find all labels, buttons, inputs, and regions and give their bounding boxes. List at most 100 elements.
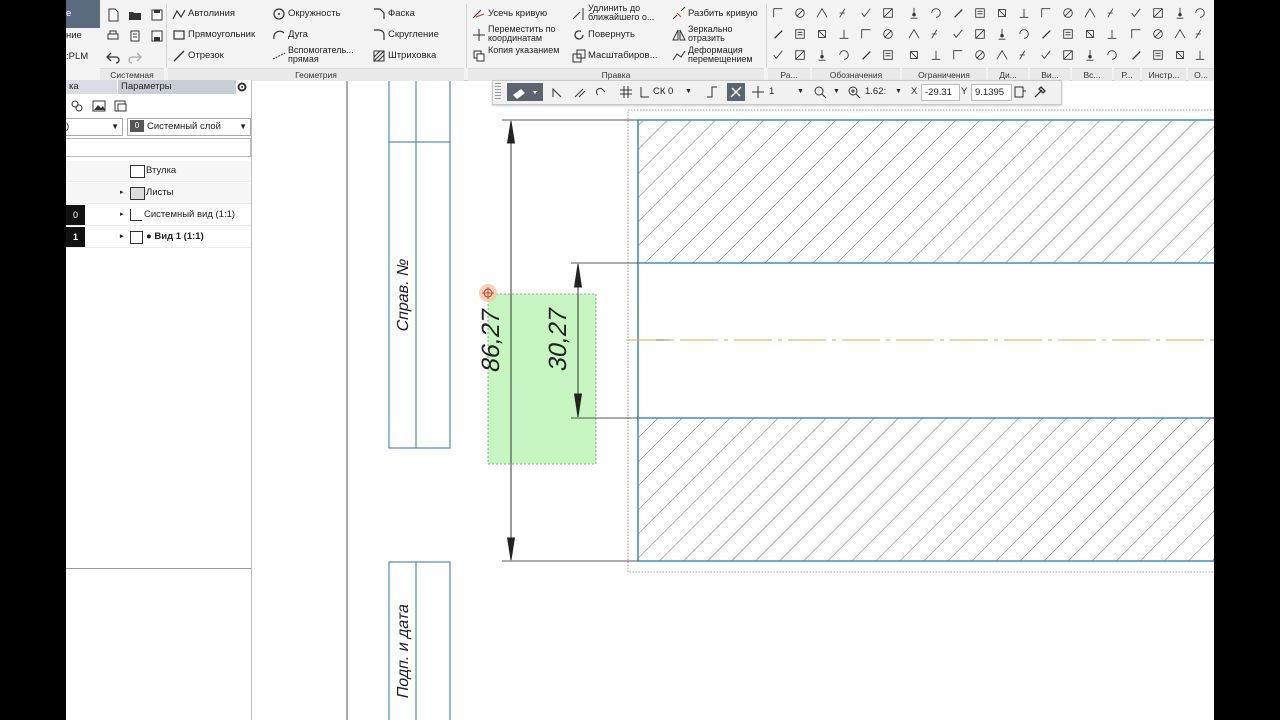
tree-item-bushing[interactable]: Втулка bbox=[66, 161, 251, 182]
split-curve-button[interactable]: Разбить кривую bbox=[688, 8, 758, 19]
link-icon[interactable] bbox=[595, 85, 609, 99]
undo-icon[interactable] bbox=[106, 50, 120, 64]
gear-icon[interactable] bbox=[236, 81, 248, 93]
ribbon-tool-icon[interactable] bbox=[860, 49, 872, 61]
y-coordinate-field[interactable]: 9.1395 bbox=[971, 84, 1012, 101]
rectangle-button[interactable]: Прямоугольник bbox=[188, 29, 255, 40]
ribbon-tool-icon[interactable] bbox=[772, 28, 784, 40]
ribbon-tool-icon[interactable] bbox=[1062, 28, 1074, 40]
extend-to-nearest-button[interactable]: Удлинить до ближайшего о... bbox=[588, 4, 666, 22]
ribbon-tool-icon[interactable] bbox=[816, 7, 828, 19]
ribbon-tool-icon[interactable] bbox=[772, 7, 784, 19]
chevron-down-icon[interactable]: ▼ bbox=[895, 85, 902, 99]
expand-arrow-icon[interactable]: ▸ bbox=[120, 205, 124, 225]
ribbon-tool-icon[interactable] bbox=[794, 28, 806, 40]
ribbon-tool-icon[interactable] bbox=[1018, 49, 1030, 61]
ribbon-tab-partial[interactable]: е bbox=[66, 0, 100, 28]
copy-by-pointing-button[interactable]: Копия указанием bbox=[488, 46, 564, 55]
snap-toggle-active[interactable] bbox=[727, 83, 745, 101]
zoom-value[interactable]: 1.62: bbox=[865, 85, 886, 99]
image-icon[interactable] bbox=[92, 99, 106, 113]
ribbon-tool-icon[interactable] bbox=[908, 49, 920, 61]
coordinate-system-label[interactable]: СК 0 bbox=[653, 85, 673, 99]
ribbon-tool-icon[interactable] bbox=[882, 49, 894, 61]
ribbon-tool-icon[interactable] bbox=[1062, 49, 1074, 61]
chevron-down-icon[interactable]: ▼ bbox=[685, 85, 692, 99]
view-combo[interactable]: ) ▼ bbox=[66, 118, 123, 136]
ribbon-tool-icon[interactable] bbox=[794, 7, 806, 19]
aux-line-button[interactable]: Вспомогатель... прямая bbox=[288, 46, 368, 64]
document-icon[interactable] bbox=[128, 29, 142, 43]
ribbon-tool-icon[interactable] bbox=[1130, 7, 1142, 19]
dimension-inner-value[interactable]: 30,27 bbox=[544, 305, 572, 373]
style-dropdown[interactable] bbox=[507, 83, 543, 101]
ribbon-tool-icon[interactable] bbox=[794, 49, 806, 61]
circle-button[interactable]: Окружность bbox=[288, 8, 341, 19]
ribbon-tool-icon[interactable] bbox=[1106, 49, 1118, 61]
ribbon-tool-icon[interactable] bbox=[974, 7, 986, 19]
save-icon[interactable] bbox=[150, 8, 164, 22]
ribbon-tool-icon[interactable] bbox=[1174, 7, 1186, 19]
ribbon-tool-icon[interactable] bbox=[1040, 49, 1052, 61]
rotate-button[interactable]: Повернуть bbox=[588, 29, 635, 40]
ribbon-tool-icon[interactable] bbox=[1194, 28, 1206, 40]
fillet-button[interactable]: Скругление bbox=[388, 29, 439, 40]
ribbon-tool-icon[interactable] bbox=[838, 49, 850, 61]
ribbon-tool-icon[interactable] bbox=[930, 7, 942, 19]
ribbon-tool-icon[interactable] bbox=[772, 49, 784, 61]
ribbon-tool-icon[interactable] bbox=[952, 49, 964, 61]
ribbon-tool-icon[interactable] bbox=[1194, 7, 1206, 19]
ribbon-tool-icon[interactable] bbox=[1040, 7, 1052, 19]
ribbon-tool-icon[interactable] bbox=[996, 28, 1008, 40]
hatch-button[interactable]: Штриховка bbox=[388, 50, 436, 61]
ribbon-tool-icon[interactable] bbox=[952, 7, 964, 19]
segment-button[interactable]: Отрезок bbox=[188, 50, 224, 61]
grid-icon[interactable] bbox=[619, 85, 633, 99]
ribbon-tool-icon[interactable] bbox=[996, 7, 1008, 19]
panel-tab-tree[interactable]: ка bbox=[66, 80, 117, 94]
zoom-frame-icon[interactable] bbox=[813, 85, 827, 99]
layer-combo[interactable]: 0 Системный слой ▼ bbox=[127, 118, 251, 136]
ribbon-tool-icon[interactable] bbox=[1106, 28, 1118, 40]
zoom-icon[interactable] bbox=[847, 85, 861, 99]
ribbon-tool-icon[interactable] bbox=[908, 28, 920, 40]
ribbon-tool-icon[interactable] bbox=[974, 28, 986, 40]
trim-curve-button[interactable]: Усечь кривую bbox=[488, 8, 547, 19]
open-folder-icon[interactable] bbox=[128, 8, 142, 22]
ribbon-tool-icon[interactable] bbox=[930, 28, 942, 40]
ortho-icon[interactable] bbox=[705, 85, 719, 99]
snap-icon[interactable] bbox=[573, 85, 587, 99]
x-coordinate-field[interactable]: -29.31 bbox=[921, 84, 960, 101]
chamfer-button[interactable]: Фаска bbox=[388, 8, 415, 19]
dimension-outer-value[interactable]: 86,27 bbox=[477, 306, 505, 374]
ribbon-tool-icon[interactable] bbox=[1152, 7, 1164, 19]
ribbon-tool-icon[interactable] bbox=[1084, 28, 1096, 40]
ribbon-tool-icon[interactable] bbox=[882, 28, 894, 40]
ribbon-tool-icon[interactable] bbox=[838, 7, 850, 19]
tree-item-view-1[interactable]: 1 ▸ ● Вид 1 (1:1) bbox=[66, 227, 251, 248]
ribbon-tool-icon[interactable] bbox=[860, 7, 872, 19]
ribbon-tool-icon[interactable] bbox=[996, 49, 1008, 61]
move-by-coords-button[interactable]: Переместить по координатам bbox=[488, 25, 572, 43]
save-all-icon[interactable] bbox=[150, 29, 164, 43]
ribbon-tool-icon[interactable] bbox=[908, 7, 920, 19]
expand-arrow-icon[interactable]: ▸ bbox=[120, 227, 124, 247]
panel-tab-parameters[interactable]: Параметры bbox=[118, 80, 236, 94]
autoline-button[interactable]: Автолиния bbox=[188, 8, 235, 19]
new-file-icon[interactable] bbox=[106, 8, 120, 22]
ribbon-tool-icon[interactable] bbox=[1062, 7, 1074, 19]
ribbon-tool-icon[interactable] bbox=[882, 7, 894, 19]
redo-icon[interactable] bbox=[128, 50, 142, 64]
ribbon-tool-icon[interactable] bbox=[816, 28, 828, 40]
ribbon-tool-icon[interactable] bbox=[974, 49, 986, 61]
drag-handle[interactable] bbox=[495, 83, 501, 101]
scale-button[interactable]: Масштабиров... bbox=[588, 50, 657, 61]
print-icon[interactable] bbox=[106, 29, 120, 43]
ribbon-tool-icon[interactable] bbox=[1152, 49, 1164, 61]
step-value[interactable]: 1 bbox=[769, 85, 774, 99]
tree-view-icon[interactable] bbox=[70, 99, 84, 113]
arc-button[interactable]: Дуга bbox=[288, 29, 308, 40]
ribbon-tool-icon[interactable] bbox=[952, 28, 964, 40]
ribbon-tool-icon[interactable] bbox=[1084, 49, 1096, 61]
ribbon-tool-icon[interactable] bbox=[1018, 28, 1030, 40]
